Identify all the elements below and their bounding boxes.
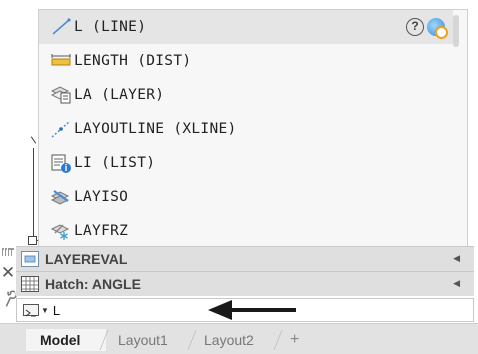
suggestion-line[interactable]: L (LINE) ?: [39, 10, 453, 44]
palette-grip-handle[interactable]: [2, 248, 14, 256]
suggestion-label: LAYOUTLINE (XLINE): [74, 121, 237, 137]
hatch-icon: [21, 276, 39, 292]
list-info-icon: [50, 153, 72, 173]
suggestion-label: LENGTH (DIST): [74, 53, 192, 69]
suggestion-layer[interactable]: LA (LAYER): [39, 78, 453, 112]
expand-left-icon[interactable]: ◀: [453, 253, 460, 264]
gutter-node-box: [28, 236, 37, 245]
command-input[interactable]: L: [53, 303, 60, 318]
command-prompt-icon[interactable]: [23, 304, 39, 317]
suggestion-layiso[interactable]: LAYISO: [39, 180, 453, 214]
search-internet-icon[interactable]: [427, 18, 448, 39]
suggestion-label: L (LINE): [74, 19, 147, 35]
layer-properties-icon: [50, 85, 72, 105]
history-row-layereval[interactable]: LAYEREVAL ◀: [16, 246, 474, 271]
suggestion-label: LI (LIST): [74, 155, 156, 171]
close-icon[interactable]: ✕: [0, 264, 16, 282]
tab-layout2[interactable]: Layout2: [192, 329, 278, 351]
tab-layout1[interactable]: Layout1: [104, 329, 196, 351]
command-autocomplete-list: L (LINE) ? LENGTH (DIST) LA (LAYER) LAYO…: [38, 9, 468, 262]
suggestion-length[interactable]: LENGTH (DIST): [39, 44, 453, 78]
gutter-tick: [30, 136, 37, 144]
tab-divider: [99, 329, 109, 351]
add-layout-tab-button[interactable]: +: [280, 329, 310, 351]
layer-evaluate-icon: [21, 251, 39, 267]
help-icon[interactable]: ?: [406, 18, 424, 36]
expand-left-icon[interactable]: ◀: [453, 278, 460, 289]
suggestion-list[interactable]: LI (LIST): [39, 146, 453, 180]
line-icon: [50, 17, 72, 37]
layer-freeze-icon: [50, 221, 72, 241]
measure-icon: [50, 51, 72, 71]
history-row-hatch[interactable]: Hatch: ANGLE ◀: [16, 271, 474, 296]
suggestion-label: LAYFRZ: [74, 223, 129, 239]
suggestion-label: LAYISO: [74, 189, 129, 205]
history-label: Hatch: ANGLE: [45, 276, 141, 292]
gutter-vertical-line: [33, 148, 34, 236]
tab-divider: [187, 329, 197, 351]
tab-divider: [273, 329, 283, 351]
annotation-arrow-icon: [208, 300, 296, 320]
history-label: LAYEREVAL: [45, 251, 128, 267]
suggestion-label: LA (LAYER): [74, 87, 165, 103]
tab-model[interactable]: Model: [26, 329, 106, 351]
suggestion-layoutline[interactable]: LAYOUTLINE (XLINE): [39, 112, 453, 146]
popup-scrollbar[interactable]: [453, 15, 459, 47]
layout-tab-bar: Model Layout1 Layout2 +: [0, 323, 478, 354]
layer-isolate-icon: [50, 187, 72, 207]
construction-line-icon: [50, 119, 72, 139]
suggestion-layfrz[interactable]: LAYFRZ: [39, 214, 453, 248]
recent-commands-dropdown[interactable]: ▼: [41, 306, 49, 315]
